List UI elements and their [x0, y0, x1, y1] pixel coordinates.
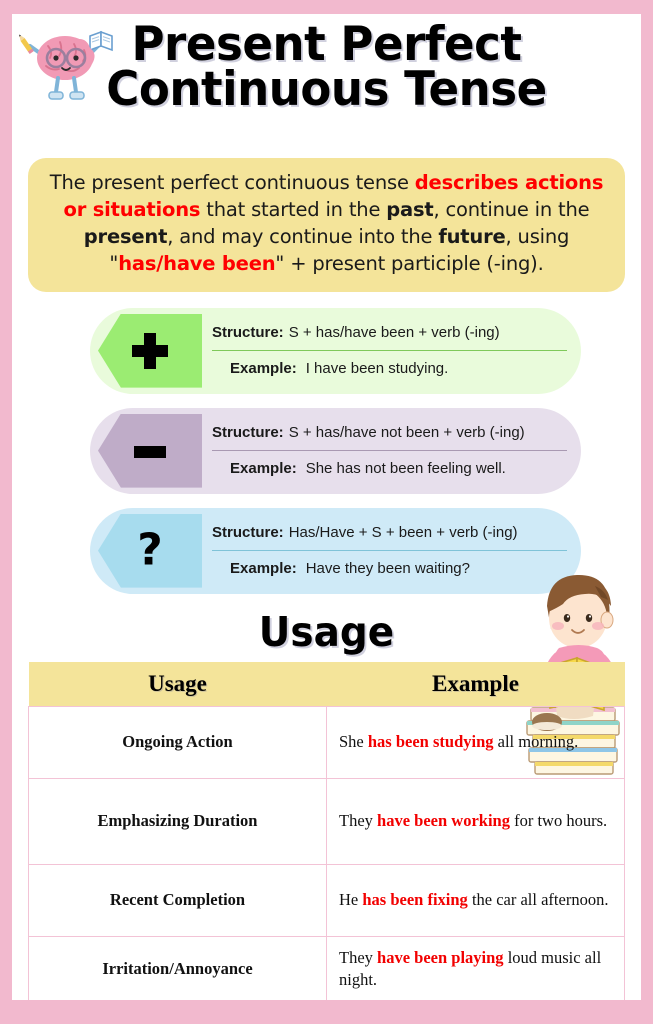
example-post: all morning. [493, 731, 579, 751]
positive-structure-value: S + has/have been + verb (-ing) [288, 323, 500, 341]
definition-text-6: " + present participle (-ing). [275, 251, 544, 275]
definition-text-4: , and may continue into the [167, 224, 439, 248]
positive-hexagon [98, 313, 202, 388]
example-pre: They [339, 810, 378, 830]
example-pre: They [339, 947, 378, 967]
page-title-line1: Present Perfect [131, 17, 522, 72]
column-header-example: Example [326, 661, 625, 707]
negative-example-line: Example: She has not been feeling well. [212, 451, 567, 487]
positive-structure-line: Structure: S + has/have been + verb (-in… [212, 315, 567, 351]
usage-table: Usage Example Ongoing Action She has bee… [28, 661, 625, 1000]
example-bold: has been fixing [362, 889, 468, 909]
example-pre: She [339, 731, 368, 751]
example-bold: has been studying [367, 731, 494, 751]
table-row: Ongoing Action She has been studying all… [28, 705, 625, 779]
minus-icon [128, 429, 172, 473]
poster-page: Present Perfect Continuous Tense The pre… [12, 14, 641, 1000]
definition-text-2: that started in the [200, 197, 387, 221]
usage-table-container: Usage Example Ongoing Action She has bee… [28, 661, 625, 1000]
question-example-label: Example: [230, 560, 297, 578]
structure-card-positive: Structure: S + has/have been + verb (-in… [90, 307, 581, 394]
structure-card-negative: Structure: S + has/have not been + verb … [90, 407, 581, 494]
negative-structure-value: S + has/have not been + verb (-ing) [288, 423, 525, 441]
table-row: Emphasizing Duration They have been work… [28, 777, 625, 865]
plus-icon [128, 329, 172, 373]
example-pre: He [339, 889, 363, 909]
definition-bold-present: present [83, 224, 168, 248]
question-card-body: Structure: Has/Have + S + been + verb (-… [202, 508, 581, 594]
negative-structure-line: Structure: S + has/have not been + verb … [212, 415, 567, 451]
positive-card-body: Structure: S + has/have been + verb (-in… [202, 308, 581, 394]
example-cell: He has been fixing the car all afternoon… [326, 863, 625, 937]
question-example-line: Example: Have they been waiting? [212, 551, 567, 587]
question-structure-line: Structure: Has/Have + S + been + verb (-… [212, 515, 567, 551]
negative-hexagon [98, 413, 202, 488]
positive-example-label: Example: [230, 360, 297, 378]
question-example-value: Have they been waiting? [305, 560, 470, 578]
positive-example-value: I have been studying. [305, 360, 449, 378]
example-bold: have been working [377, 810, 510, 830]
usage-cell: Emphasizing Duration [28, 777, 327, 865]
example-post: for two hours. [509, 810, 608, 830]
example-cell: They have been working for two hours. [326, 777, 625, 865]
usage-table-head: Usage Example [28, 661, 625, 707]
usage-cell: Recent Completion [28, 863, 327, 937]
negative-structure-label: Structure: [212, 423, 284, 441]
usage-cell: Ongoing Action [28, 705, 327, 779]
question-hexagon: ? [98, 513, 202, 588]
definition-box: The present perfect continuous tense des… [28, 158, 625, 292]
table-row: Irritation/Annoyance They have been play… [28, 935, 625, 1000]
structure-cards: Structure: S + has/have been + verb (-in… [12, 307, 641, 594]
header: Present Perfect Continuous Tense [12, 14, 641, 150]
definition-text-3: , continue in the [433, 197, 590, 221]
page-title: Present Perfect Continuous Tense [34, 17, 619, 118]
page-title-line2: Continuous Tense [106, 62, 547, 118]
definition-text-1: The present perfect continuous tense [49, 171, 415, 194]
svg-text:?: ? [137, 526, 162, 575]
negative-example-value: She has not been feeling well. [305, 460, 506, 478]
column-header-usage: Usage [28, 661, 327, 707]
example-cell: She has been studying all morning. [326, 705, 625, 779]
poster: Present Perfect Continuous Tense The pre… [0, 0, 653, 1024]
question-structure-value: Has/Have + S + been + verb (-ing) [288, 523, 518, 541]
usage-table-header-row: Usage Example [28, 661, 625, 707]
example-bold: have been playing [377, 947, 504, 967]
negative-example-label: Example: [230, 460, 297, 478]
usage-table-body: Ongoing Action She has been studying all… [28, 705, 625, 1000]
question-mark-icon: ? [129, 526, 171, 576]
negative-card-body: Structure: S + has/have not been + verb … [202, 408, 581, 494]
positive-example-line: Example: I have been studying. [212, 351, 567, 387]
structure-card-question: ? Structure: Has/Have + S + been + verb … [90, 507, 581, 594]
example-post: the car all afternoon. [467, 889, 609, 909]
positive-structure-label: Structure: [212, 323, 284, 341]
usage-cell: Irritation/Annoyance [28, 935, 327, 1000]
usage-heading: Usage [258, 607, 395, 656]
definition-bold-past: past [386, 197, 434, 221]
question-structure-label: Structure: [212, 523, 284, 541]
definition-bold-future: future [438, 224, 506, 248]
example-cell: They have been playing loud music all ni… [326, 935, 625, 1000]
definition-highlight-2: has/have been [118, 251, 276, 275]
table-row: Recent Completion He has been fixing the… [28, 863, 625, 937]
